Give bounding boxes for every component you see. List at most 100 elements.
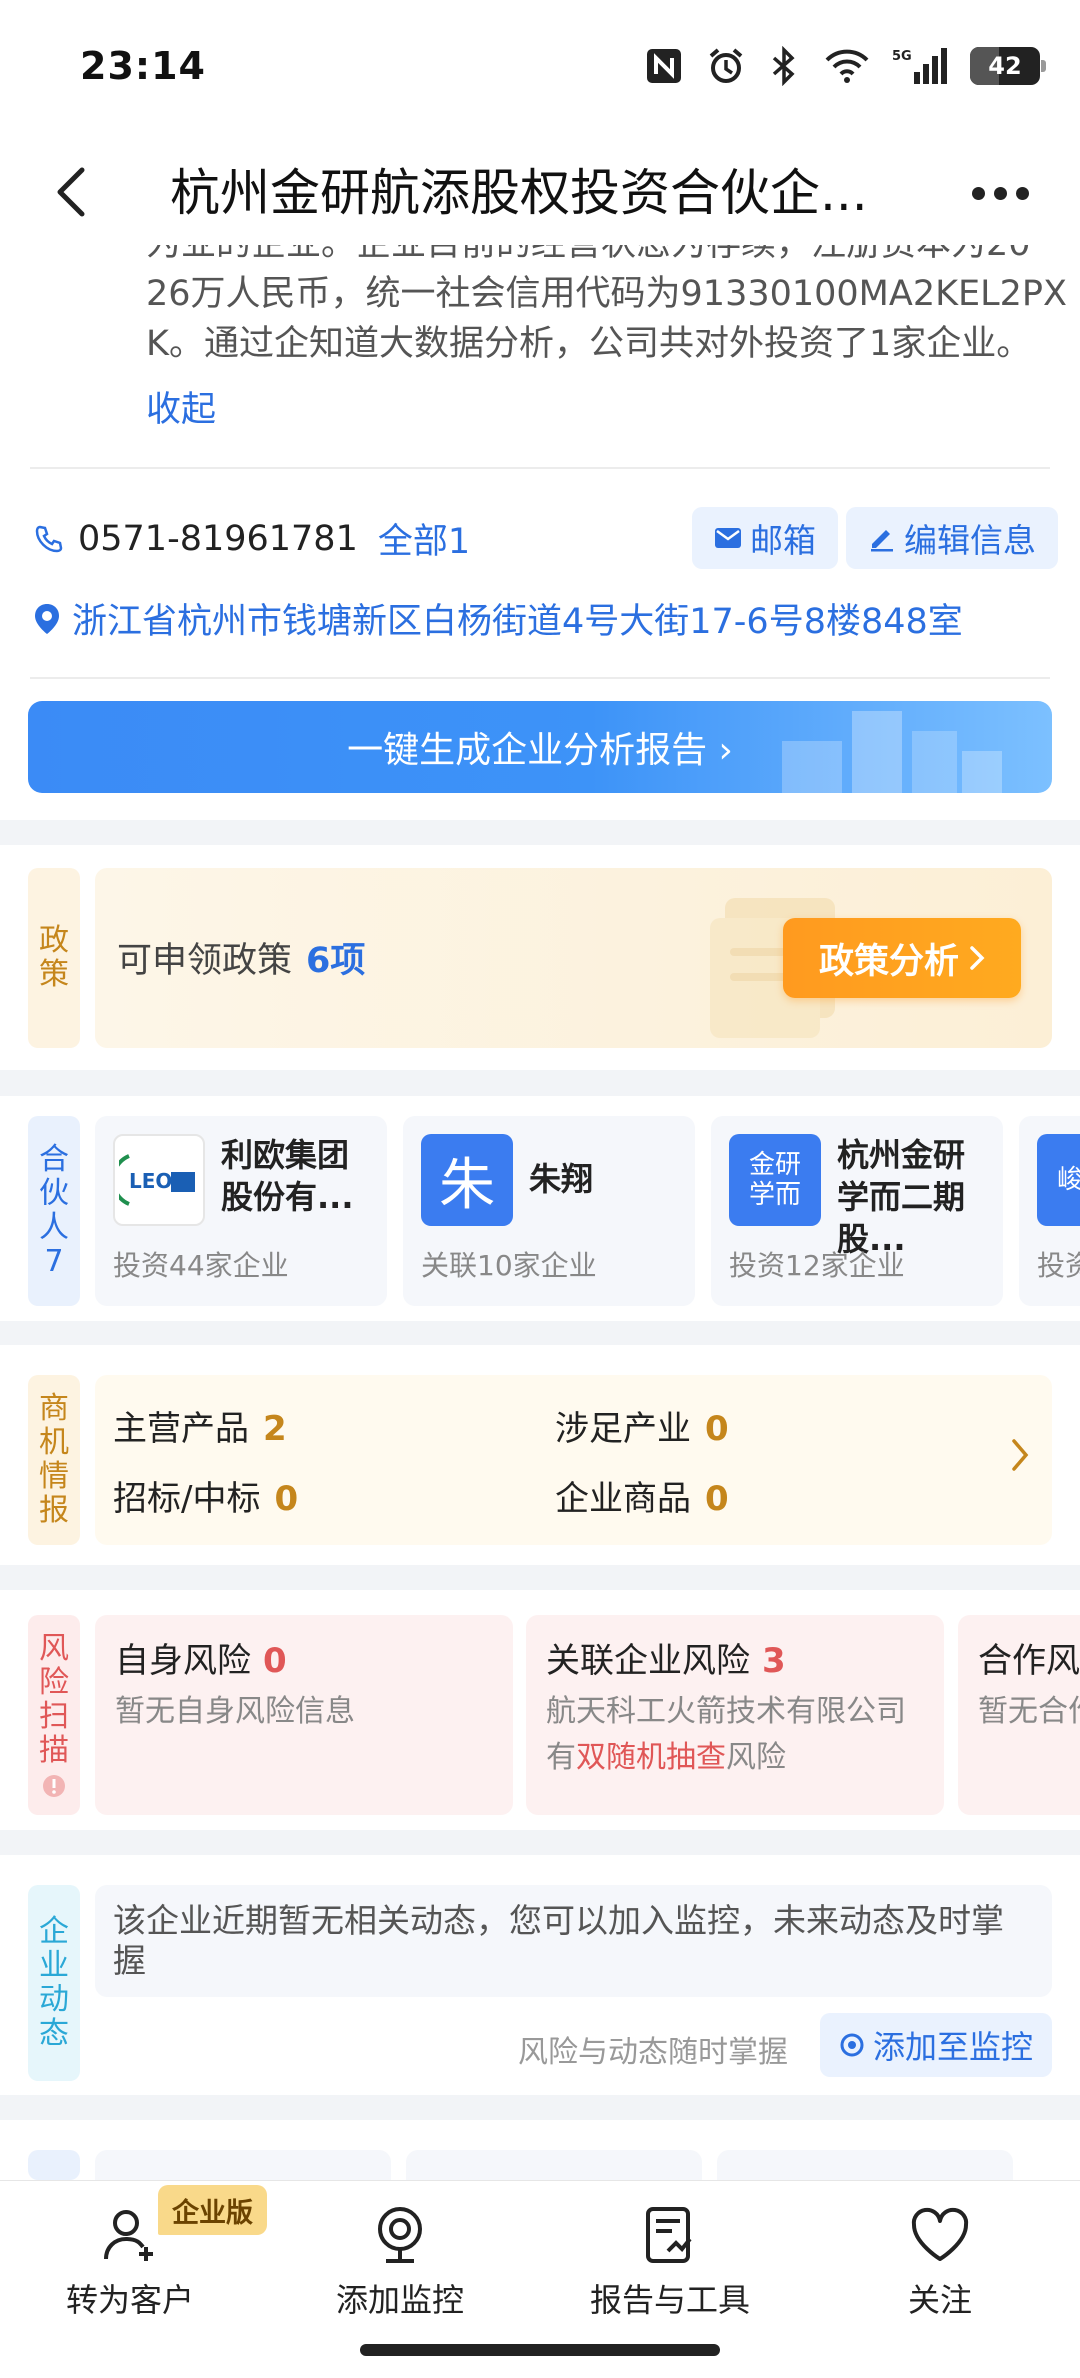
mail-icon — [715, 528, 741, 548]
industry-item[interactable]: 涉足产业 0 — [555, 1401, 729, 1450]
peek-card — [406, 2150, 702, 2180]
add-customer-icon — [104, 2210, 153, 2261]
all-phones-link[interactable]: 全部1 — [378, 513, 470, 564]
related-risk-desc: 航天科工火箭技术有限公司 有双随机抽查风险 — [546, 1694, 906, 1775]
tab-convert-customer[interactable]: 转为客户 企业版 — [10, 2185, 267, 2341]
company-intro: 为业的企业。企业目前的经营状态为存续，注册资本为20 26万人民币，统一社会信用… — [146, 245, 1068, 369]
webcam-monitor-icon — [378, 2207, 422, 2263]
dynamics-hint: 风险与动态随时掌握 — [518, 2035, 788, 2070]
risk-side-label: 风 险 扫 描 — [28, 1615, 80, 1815]
business-intel-section: 商 机 情 报 主营产品 2 涉足产业 0 招标/中标 0 企业商品 0 — [0, 1345, 1080, 1565]
leo-group-logo: LEO — [113, 1134, 205, 1226]
phone-row[interactable]: 0571-81961781 全部1 — [34, 513, 470, 564]
partner-avatar: 朱 — [421, 1134, 513, 1226]
related-risk-card[interactable]: 关联企业风险 3 航天科工火箭技术有限公司 有双随机抽查风险 — [526, 1615, 944, 1815]
peek-card — [95, 2150, 391, 2180]
chevron-right-icon[interactable] — [1010, 1435, 1030, 1475]
tab-label: 关注 — [907, 2281, 972, 2319]
self-risk-desc: 暂无自身风险信息 — [115, 1694, 355, 1729]
svg-text:5G: 5G — [892, 49, 912, 64]
nav-bar: 杭州金研航添股权投资合伙企... — [0, 140, 1080, 245]
next-section-peek — [0, 2120, 1080, 2180]
phone-number[interactable]: 0571-81961781 — [78, 519, 358, 559]
partner-sub: 投资12家企业 — [729, 1249, 905, 1282]
back-button[interactable] — [40, 160, 100, 224]
monitor-target-icon — [840, 2033, 864, 2057]
bid-item[interactable]: 招标/中标 0 — [113, 1471, 298, 1520]
status-bar: 23:14 5G 42 — [0, 0, 1080, 140]
email-button-label: 邮箱 — [750, 521, 816, 560]
goods-item[interactable]: 企业商品 0 — [555, 1471, 729, 1520]
status-icons: 5G 42 — [644, 44, 1046, 88]
report-tools-icon — [646, 2207, 692, 2263]
self-risk-count: 0 — [263, 1641, 287, 1681]
partner-logo: 金研学而 — [729, 1134, 821, 1226]
partner-card[interactable]: 朱 朱翔 关联10家企业 — [403, 1116, 695, 1306]
risk-scan-section: 风 险 扫 描 自身风险 0 暂无自身风险信息 关联企业风险 3 航天科工火箭技术有… — [0, 1590, 1080, 1830]
company-info-card: 为业的企业。企业目前的经营状态为存续，注册资本为20 26万人民币，统一社会信用… — [0, 245, 1080, 820]
phone-icon — [35, 525, 63, 552]
tab-label: 报告与工具 — [589, 2281, 750, 2319]
bid-count: 0 — [274, 1479, 299, 1519]
partner-name: 杭州金研学而二期股... — [837, 1136, 966, 1258]
more-dots-icon — [971, 186, 985, 200]
self-risk-card[interactable]: 自身风险 0 暂无自身风险信息 — [95, 1615, 513, 1815]
dynamics-side-label: 企 业 动 态 — [28, 1885, 80, 2081]
policy-side-label: 政 策 — [28, 868, 80, 1048]
coop-risk-title: 合作风 — [978, 1641, 1080, 1681]
partner-sub: 投资 — [1037, 1249, 1080, 1282]
tab-reports-tools[interactable]: 报告与工具 — [550, 2191, 790, 2341]
divider — [30, 467, 1050, 469]
coop-risk-desc: 暂无合作 — [978, 1694, 1080, 1729]
company-dynamics-section: 企 业 动 态 该企业近期暂无相关动态，您可以加入监控，未来动态及时掌握 风险与… — [0, 1855, 1080, 2095]
main-product-item[interactable]: 主营产品 2 — [113, 1401, 287, 1450]
policy-count: 6项 — [306, 941, 366, 981]
partners-side-label[interactable]: 合 伙 人 7 — [28, 1116, 80, 1306]
policy-analysis-button[interactable]: 政策分析 — [783, 918, 1021, 998]
partners-section: 合 伙 人 7 LEO 利欧集团股份有... 投资44家企业 朱 朱翔 关联10… — [0, 1096, 1080, 1321]
cooperation-risk-card[interactable]: 合作风 暂无合作 — [958, 1615, 1080, 1815]
edit-info-button[interactable]: 编辑信息 — [846, 507, 1058, 569]
tab-follow[interactable]: 关注 — [820, 2191, 1060, 2341]
partner-sub: 关联10家企业 — [421, 1249, 597, 1282]
self-risk-title: 自身风险 0 — [115, 1641, 287, 1681]
add-monitor-button[interactable]: 添加至监控 — [820, 2013, 1052, 2077]
divider — [30, 677, 1050, 679]
partner-card[interactable]: 峻投 投资 — [1019, 1116, 1080, 1306]
bluetooth-icon — [772, 46, 795, 86]
info-icon[interactable] — [42, 1774, 66, 1798]
peek-card — [717, 2150, 1013, 2180]
peek-side-label — [28, 2150, 80, 2180]
risk-highlight[interactable]: 双随机抽查 — [576, 1740, 726, 1775]
chevron-right-icon — [970, 946, 985, 970]
partner-card[interactable]: LEO 利欧集团股份有... 投资44家企业 — [95, 1116, 387, 1306]
intro-line: 26万人民币，统一社会信用代码为91330100MA2KEL2PX — [146, 274, 1068, 314]
related-risk-title: 关联企业风险 3 — [546, 1641, 786, 1681]
generate-report-label: 一键生成企业分析报告 › — [347, 730, 733, 771]
battery-icon: 42 — [970, 47, 1046, 85]
collapse-link[interactable]: 收起 — [146, 381, 216, 432]
add-monitor-label: 添加至监控 — [872, 2028, 1033, 2066]
address-row[interactable]: 浙江省杭州市钱塘新区白杨街道4号大街17-6号8楼848室 — [34, 593, 963, 644]
business-intel-card[interactable]: 主营产品 2 涉足产业 0 招标/中标 0 企业商品 0 — [95, 1375, 1052, 1545]
building-illustration-icon — [782, 711, 1002, 793]
industry-count: 0 — [705, 1409, 729, 1449]
more-button[interactable] — [960, 168, 1040, 218]
intro-line: 为业的企业。企业目前的经营状态为存续，注册资本为20 — [146, 245, 1031, 269]
enterprise-badge: 企业版 — [158, 2185, 267, 2235]
intro-line: K。通过企知道大数据分析，公司共对外投资了1家企业。 — [146, 324, 1032, 364]
partner-name: 利欧集团股份有... — [221, 1136, 354, 1216]
address-text[interactable]: 浙江省杭州市钱塘新区白杨街道4号大街17-6号8楼848室 — [72, 593, 963, 644]
email-button[interactable]: 邮箱 — [692, 507, 838, 569]
partner-card[interactable]: 金研学而 杭州金研学而二期股... 投资12家企业 — [711, 1116, 1003, 1306]
goods-count: 0 — [705, 1479, 729, 1519]
tab-label: 添加监控 — [335, 2281, 464, 2319]
battery-level: 42 — [988, 52, 1022, 80]
business-side-label: 商 机 情 报 — [28, 1375, 80, 1545]
generate-report-button[interactable]: 一键生成企业分析报告 › — [28, 701, 1052, 793]
location-pin-icon — [35, 603, 59, 634]
policy-card[interactable]: 可申领政策 6项 政策分析 — [95, 868, 1052, 1048]
home-indicator[interactable] — [360, 2344, 720, 2356]
tab-add-monitor[interactable]: 添加监控 — [280, 2191, 520, 2341]
signal-5g-icon: 5G — [892, 48, 947, 84]
